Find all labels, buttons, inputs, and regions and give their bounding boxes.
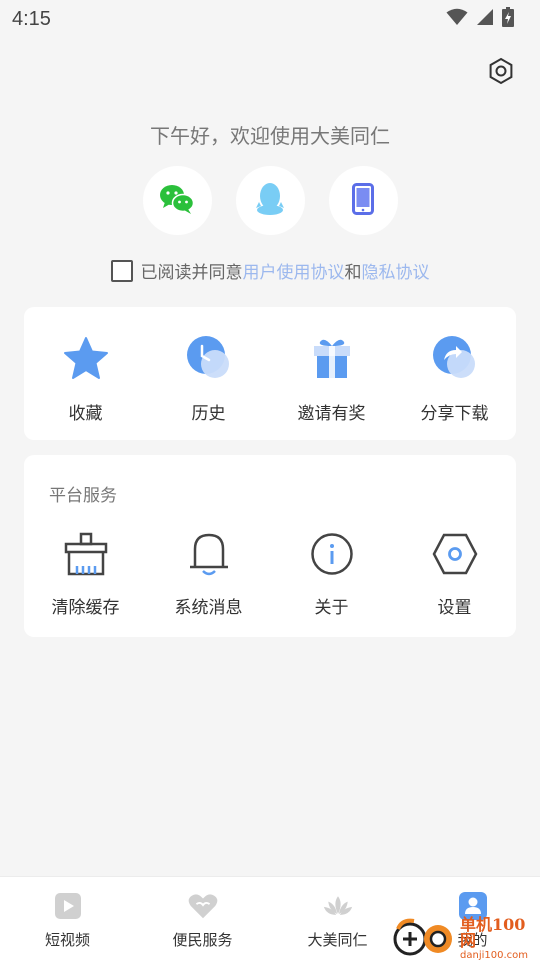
- service-clear-cache[interactable]: 清除缓存: [24, 529, 147, 618]
- qq-icon: [256, 182, 284, 220]
- service-settings[interactable]: 设置: [393, 529, 516, 618]
- agreement-text: 已阅读并同意用户使用协议和隐私协议: [141, 258, 430, 283]
- agreement-prefix: 已阅读并同意: [140, 263, 243, 283]
- star-icon: [61, 333, 111, 383]
- watermark-logo-icon: [392, 917, 456, 960]
- video-icon: [53, 891, 83, 921]
- tab-short-video[interactable]: 短视频: [0, 877, 135, 960]
- wechat-login-button[interactable]: [142, 166, 212, 235]
- service-about[interactable]: 关于: [270, 529, 393, 618]
- service-label: 设置: [437, 598, 472, 618]
- gift-icon: [307, 333, 357, 383]
- tab-label: 短视频: [44, 931, 90, 949]
- hexagon-settings-icon: [430, 529, 480, 579]
- agreement-conjunction: 和: [344, 263, 362, 283]
- info-icon: [307, 529, 357, 579]
- phone-icon: [352, 182, 374, 219]
- watermark-main: 单机100网: [460, 915, 526, 950]
- section-title: 平台服务: [49, 486, 117, 506]
- quick-action-history[interactable]: 历史: [147, 333, 270, 424]
- service-label: 清除缓存: [51, 598, 120, 618]
- lotus-icon: [323, 891, 353, 921]
- quick-action-label: 邀请有奖: [297, 404, 366, 424]
- user-agreement-link[interactable]: 用户使用协议: [243, 263, 345, 283]
- quick-action-share[interactable]: 分享下载: [393, 333, 516, 424]
- heart-icon: [188, 891, 218, 921]
- login-methods: [0, 166, 540, 235]
- clock-icon: [184, 333, 234, 383]
- quick-actions-card: 收藏 历史 邀请有奖 分享下载: [24, 307, 516, 440]
- status-icons: [446, 7, 514, 31]
- tab-label: 便民服务: [172, 931, 233, 949]
- service-label: 系统消息: [174, 598, 243, 618]
- bell-icon: [184, 529, 234, 579]
- status-bar: 4:15: [0, 0, 540, 38]
- wechat-icon: [159, 183, 195, 219]
- privacy-agreement-link[interactable]: 隐私协议: [362, 263, 430, 283]
- tab-label: 大美同仁: [307, 931, 368, 949]
- quick-action-invite[interactable]: 邀请有奖: [270, 333, 393, 424]
- quick-action-label: 历史: [191, 404, 226, 424]
- watermark: 单机100网 danji100.com: [392, 917, 540, 960]
- tab-convenience-services[interactable]: 便民服务: [135, 877, 270, 960]
- phone-login-button[interactable]: [328, 166, 398, 235]
- signal-icon: [476, 8, 494, 30]
- platform-services-card: 平台服务 清除缓存 系统消息 关于 设置: [24, 455, 516, 637]
- battery-icon: [502, 7, 514, 31]
- greeting-text: 下午好，欢迎使用大美同仁: [150, 124, 390, 148]
- settings-top-button[interactable]: [484, 56, 518, 90]
- broom-icon: [61, 529, 111, 579]
- qq-login-button[interactable]: [235, 166, 305, 235]
- agreement-row: 已阅读并同意用户使用协议和隐私协议: [0, 258, 540, 283]
- watermark-text: 单机100网 danji100.com: [460, 917, 540, 960]
- agreement-checkbox[interactable]: [110, 259, 133, 282]
- status-time: 4:15: [12, 7, 51, 30]
- service-system-messages[interactable]: 系统消息: [147, 529, 270, 618]
- quick-action-favorites[interactable]: 收藏: [24, 333, 147, 424]
- service-label: 关于: [314, 598, 349, 618]
- settings-hexagon-icon: [487, 57, 515, 89]
- tab-damei-tongren[interactable]: 大美同仁: [270, 877, 405, 960]
- watermark-sub: danji100.com: [460, 950, 528, 960]
- share-icon: [430, 333, 480, 383]
- quick-action-label: 分享下载: [420, 404, 489, 424]
- wifi-icon: [446, 8, 468, 30]
- quick-action-label: 收藏: [68, 404, 103, 424]
